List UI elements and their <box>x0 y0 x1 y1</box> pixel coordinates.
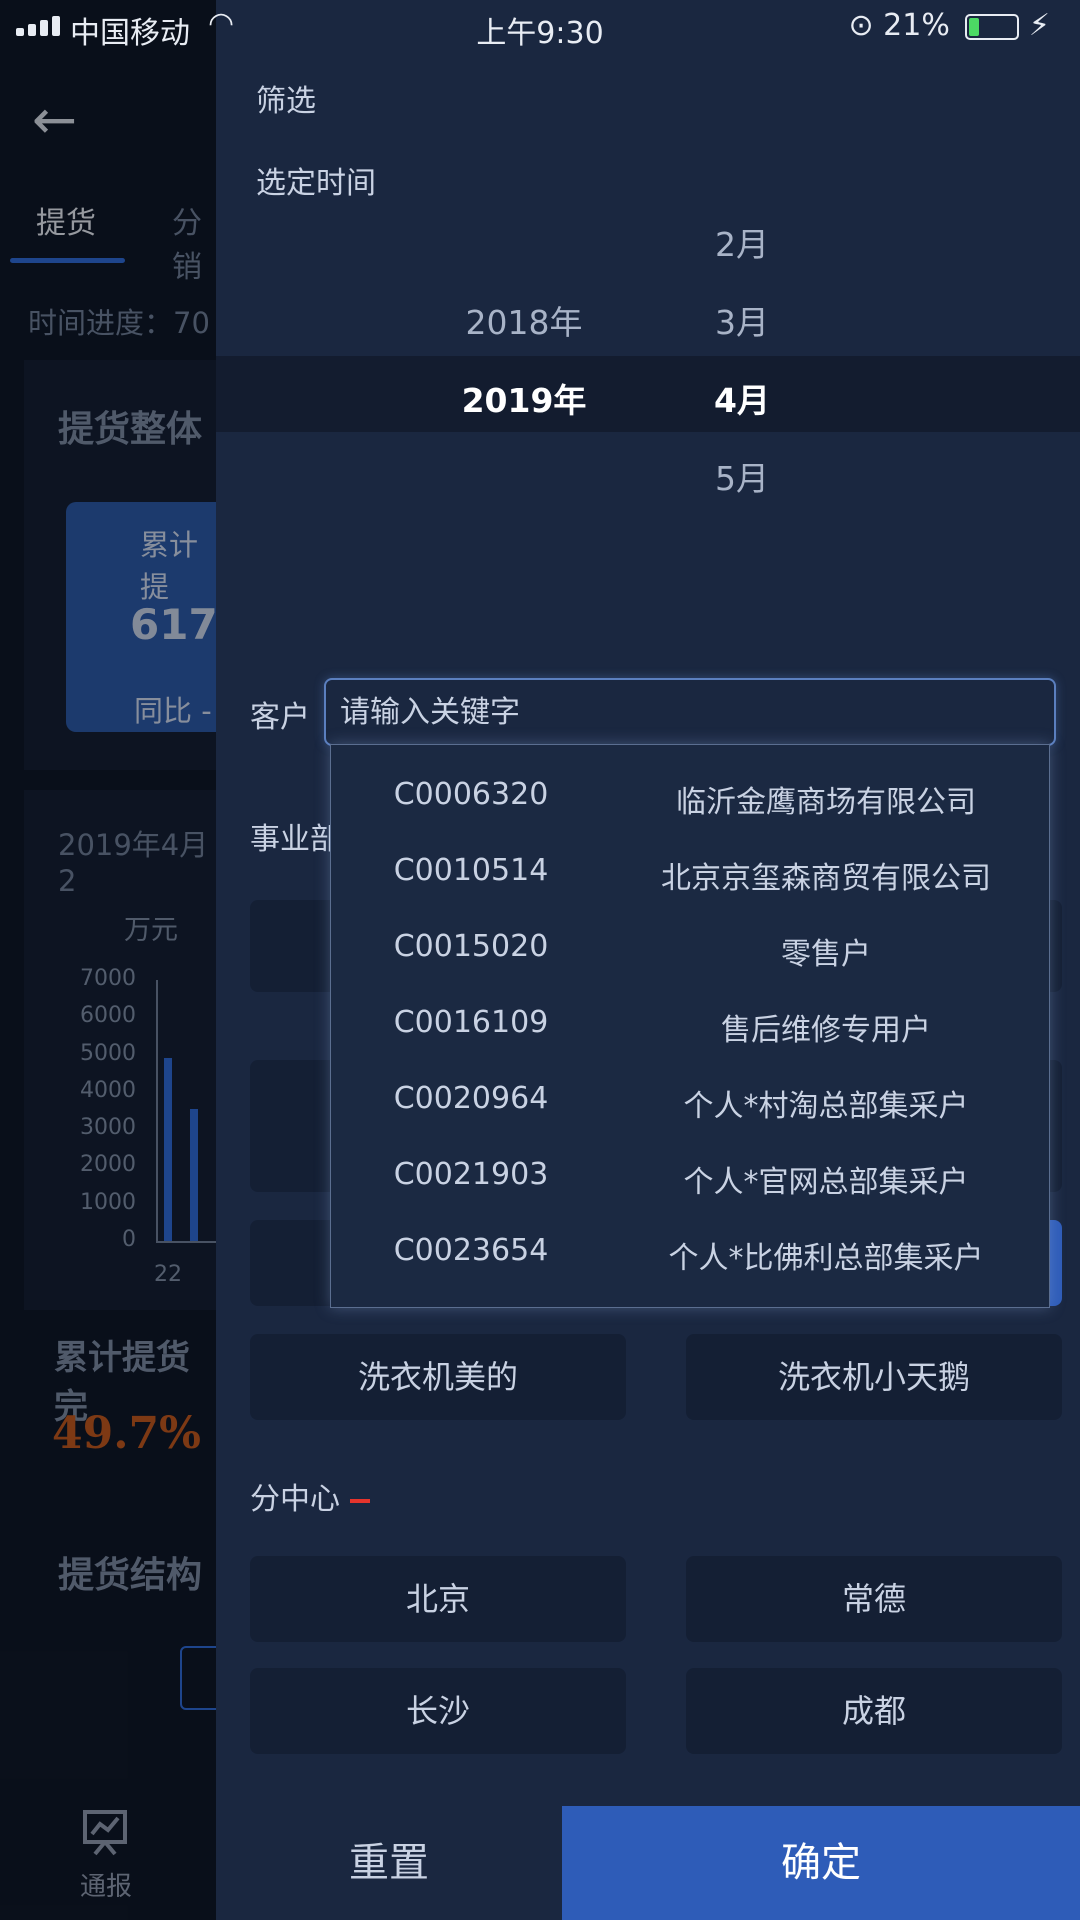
customer-search-input[interactable] <box>326 680 1054 744</box>
customer-code: C0020964 <box>393 1081 549 1116</box>
customer-suggestion-list: C0006320 临沂金鹰商场有限公司 C0010514 北京京玺森商贸有限公司 C00… <box>330 744 1050 1308</box>
year-option-2018[interactable]: 2018年 <box>424 296 624 344</box>
suggestion-row[interactable]: C0006320 临沂金鹰商场有限公司 <box>331 757 1049 833</box>
status-bar: 中国移动 ◠ 上午9:30 ⊙ 21% ⚡ <box>0 0 1080 52</box>
modal-backdrop[interactable] <box>0 0 216 1920</box>
subcenter-label: 分中心 <box>250 1474 370 1518</box>
suggestion-row[interactable]: C0021903 个人*官网总部集采户 <box>331 1137 1049 1213</box>
customer-name: 售后维修专用户 <box>721 1013 931 1048</box>
confirm-button[interactable]: 确定 <box>562 1806 1080 1920</box>
customer-search[interactable] <box>324 678 1056 746</box>
division-option-midea[interactable]: 洗衣机美的 <box>250 1334 626 1420</box>
customer-code: C0021903 <box>393 1157 549 1192</box>
charging-icon: ⚡ <box>1028 8 1050 43</box>
subcenter-option-changde[interactable]: 常德 <box>686 1556 1062 1642</box>
customer-name: 个人*官网总部集采户 <box>683 1165 969 1200</box>
drawer-footer: 重置 确定 <box>216 1806 1080 1920</box>
filter-drawer: 筛选 选定时间 2018年 2019年 2月 3月 4月 5月 客户 事业部 洗… <box>216 0 1080 1920</box>
customer-name: 临沂金鹰商场有限公司 <box>676 785 976 820</box>
customer-code: C0023654 <box>393 1233 549 1268</box>
month-option-may[interactable]: 5月 <box>642 452 842 500</box>
suggestion-row[interactable]: C0015020 零售户 <box>331 909 1049 985</box>
battery-percent: 21% <box>883 8 950 43</box>
time-section-label: 选定时间 <box>256 166 376 201</box>
year-option-selected[interactable]: 2019年 <box>424 374 624 422</box>
reset-button[interactable]: 重置 <box>216 1806 562 1920</box>
subcenter-option-chengdu[interactable]: 成都 <box>686 1668 1062 1754</box>
month-option-selected[interactable]: 4月 <box>642 374 842 422</box>
customer-code: C0015020 <box>393 929 549 964</box>
customer-name: 个人*比佛利总部集采户 <box>668 1241 984 1276</box>
customer-name: 零售户 <box>781 937 871 972</box>
subcenter-option-changsha[interactable]: 长沙 <box>250 1668 626 1754</box>
subcenter-label-text: 分中心 <box>250 1482 340 1517</box>
customer-code: C0006320 <box>393 777 549 812</box>
division-option-littleswan[interactable]: 洗衣机小天鹅 <box>686 1334 1062 1420</box>
battery-indicator: ⊙ 21% ⚡ <box>848 8 1050 43</box>
division-label: 事业部 <box>250 822 340 857</box>
customer-name: 个人*村淘总部集采户 <box>683 1089 969 1124</box>
customer-name: 北京京玺森商贸有限公司 <box>661 861 991 896</box>
subcenter-option-beijing[interactable]: 北京 <box>250 1556 626 1642</box>
suggestion-row[interactable]: C0020964 个人*村淘总部集采户 <box>331 1061 1049 1137</box>
month-option-feb[interactable]: 2月 <box>642 218 842 266</box>
customer-code: C0016109 <box>393 1005 549 1040</box>
suggestion-row[interactable]: C0023654 个人*比佛利总部集采户 <box>331 1213 1049 1289</box>
suggestion-row[interactable]: C0010514 北京京玺森商贸有限公司 <box>331 833 1049 909</box>
required-marker <box>350 1498 370 1503</box>
battery-icon <box>965 13 1020 40</box>
rotation-lock-icon: ⊙ <box>848 8 874 43</box>
month-option-mar[interactable]: 3月 <box>642 296 842 344</box>
customer-label: 客户 <box>250 700 310 735</box>
suggestion-row[interactable]: C0016109 售后维修专用户 <box>331 985 1049 1061</box>
drawer-title: 筛选 <box>256 84 316 119</box>
customer-code: C0010514 <box>393 853 549 888</box>
